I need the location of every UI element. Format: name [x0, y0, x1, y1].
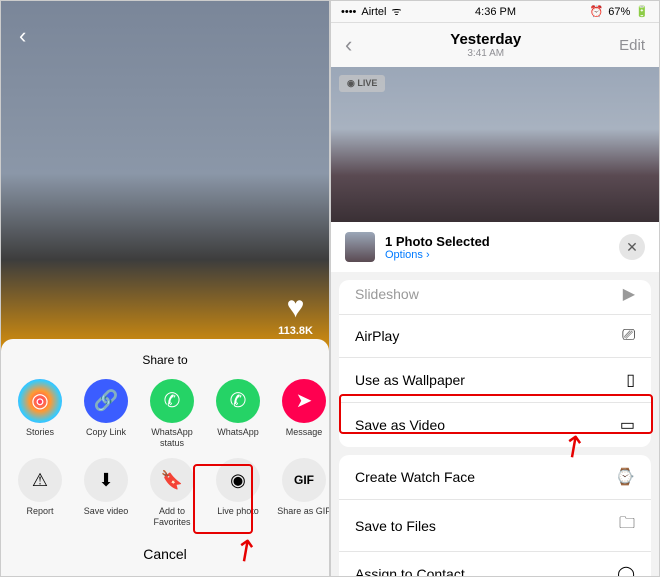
share-copy-link[interactable]: 🔗 Copy Link [75, 379, 137, 449]
share-whatsapp-status[interactable]: ✆ WhatsApp status [141, 379, 203, 449]
action-share-gif[interactable]: GIF Share as GIF [273, 458, 330, 528]
action-report[interactable]: ⚠ Report [9, 458, 71, 528]
action-favorites[interactable]: 🔖 Add to Favorites [141, 458, 203, 528]
share-title: Share to [1, 353, 329, 367]
battery-icon: 🔋 [635, 5, 649, 18]
thumbnail [345, 232, 375, 262]
action-live-photo[interactable]: ◉ Live photo [207, 458, 269, 528]
action-save-video[interactable]: ⬇ Save video [75, 458, 137, 528]
close-button[interactable]: ✕ [619, 234, 645, 260]
ios-share-sheet: 1 Photo Selected Options › ✕ Slideshow ▶… [331, 222, 659, 577]
share-message[interactable]: ➤ Message [273, 379, 329, 449]
signal-icon: •••• [341, 6, 356, 18]
action-save-video[interactable]: Save as Video ▭ [339, 403, 651, 447]
share-sheet: Share to ◎ Stories 🔗 Copy Link ✆ WhatsAp… [1, 339, 329, 576]
bookmark-icon: 🔖 [150, 458, 194, 502]
status-bar: •••• Airtel ᯤ 4:36 PM ⏰ 67% 🔋 [331, 1, 659, 23]
action-slideshow[interactable]: Slideshow ▶ [339, 280, 651, 315]
slideshow-icon: ▶ [623, 284, 635, 304]
clock: 4:36 PM [475, 6, 516, 18]
whatsapp-icon: ✆ [216, 379, 260, 423]
watch-icon: ⌚ [615, 467, 635, 487]
selection-title: 1 Photo Selected [385, 234, 609, 249]
share-stories[interactable]: ◎ Stories [9, 379, 71, 449]
report-icon: ⚠ [18, 458, 62, 502]
action-watch-face[interactable]: Create Watch Face ⌚ [339, 455, 651, 500]
livephoto-icon: ◉ [216, 458, 260, 502]
header-title: Yesterday [352, 31, 619, 48]
like-count: 113.8K [278, 325, 313, 337]
folder-icon: 🗀 [619, 512, 635, 539]
share-row: ◎ Stories 🔗 Copy Link ✆ WhatsApp status … [1, 379, 329, 449]
like-section[interactable]: ♥ 113.8K [278, 291, 313, 337]
options-link[interactable]: Options › [385, 249, 609, 261]
close-icon: ✕ [626, 239, 638, 256]
back-button[interactable]: ‹ [19, 23, 26, 49]
photos-screen: •••• Airtel ᯤ 4:36 PM ⏰ 67% 🔋 ‹ Yesterda… [330, 0, 660, 577]
cancel-button[interactable]: Cancel [1, 532, 329, 576]
action-airplay[interactable]: AirPlay ⎚ [339, 315, 651, 358]
carrier-label: Airtel [361, 6, 386, 18]
action-save-files[interactable]: Save to Files 🗀 [339, 500, 651, 552]
selection-header: 1 Photo Selected Options › ✕ [331, 222, 659, 272]
photo-preview[interactable]: ◉ LIVE [331, 67, 659, 222]
link-icon: 🔗 [84, 379, 128, 423]
whatsapp-icon: ✆ [150, 379, 194, 423]
action-list-2: Create Watch Face ⌚ Save to Files 🗀 Assi… [339, 455, 651, 577]
battery-label: 67% [608, 6, 630, 18]
header-subtitle: 3:41 AM [352, 48, 619, 59]
share-whatsapp[interactable]: ✆ WhatsApp [207, 379, 269, 449]
photos-header: ‹ Yesterday 3:41 AM Edit [331, 23, 659, 67]
edit-button[interactable]: Edit [619, 37, 645, 54]
action-list-1: Slideshow ▶ AirPlay ⎚ Use as Wallpaper ▯… [339, 280, 651, 447]
alarm-icon: ⏰ [590, 5, 604, 18]
heart-icon: ♥ [278, 291, 313, 325]
video-icon: ▭ [620, 415, 635, 435]
live-badge: ◉ LIVE [339, 75, 385, 92]
message-icon: ➤ [282, 379, 326, 423]
wifi-icon: ᯤ [391, 4, 401, 19]
contact-icon: ◯ [617, 564, 635, 577]
download-icon: ⬇ [84, 458, 128, 502]
back-button[interactable]: ‹ [345, 32, 352, 58]
airplay-icon: ⎚ [622, 327, 635, 345]
action-assign-contact[interactable]: Assign to Contact ◯ [339, 552, 651, 577]
tiktok-screen: ‹ ♥ 113.8K Share to ◎ Stories 🔗 Copy Lin… [0, 0, 330, 577]
action-row: ⚠ Report ⬇ Save video 🔖 Add to Favorites… [1, 448, 329, 532]
action-wallpaper[interactable]: Use as Wallpaper ▯ [339, 358, 651, 403]
stories-icon: ◎ [18, 379, 62, 423]
gif-icon: GIF [282, 458, 326, 502]
phone-icon: ▯ [626, 370, 635, 390]
